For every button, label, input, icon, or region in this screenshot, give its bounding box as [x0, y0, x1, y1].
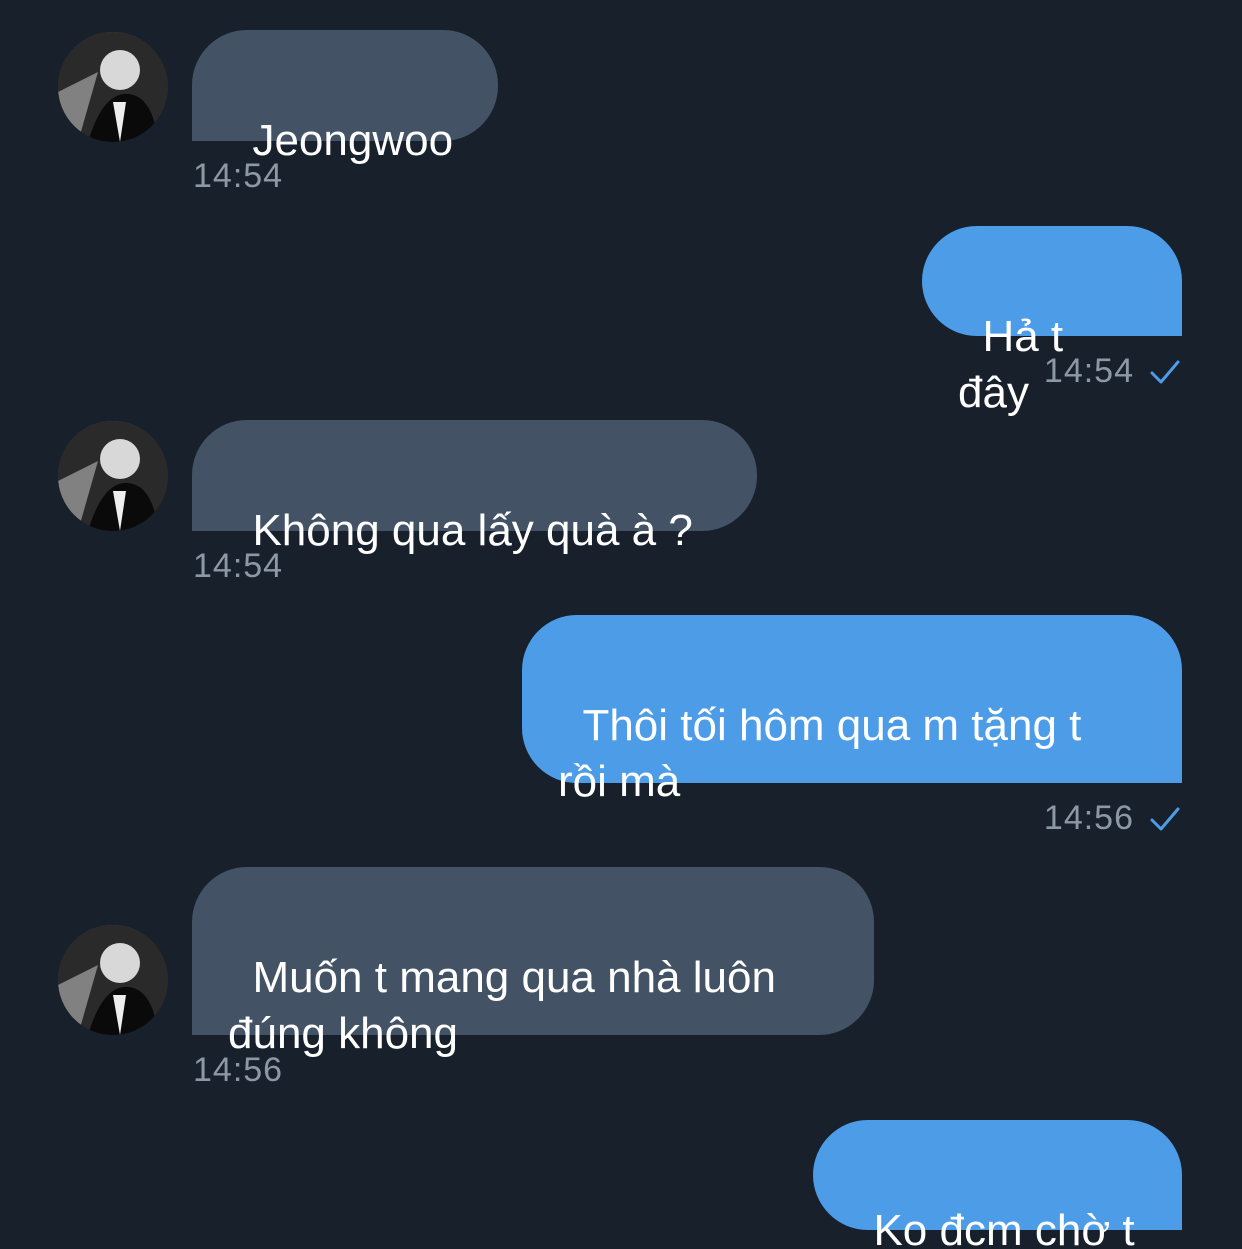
check-icon — [1150, 807, 1180, 831]
message-bubble-incoming[interactable]: Muốn t mang qua nhà luôn đúng không — [192, 867, 874, 1058]
avatar[interactable] — [58, 421, 168, 531]
message-timestamp: 14:54 — [1043, 352, 1134, 390]
avatar[interactable] — [58, 32, 168, 142]
message-bubble-outgoing[interactable]: Ko đcm chờ t — [813, 1120, 1182, 1249]
message-timestamp: 14:56 — [193, 1051, 284, 1089]
message-bubble-outgoing[interactable]: Hả t đây — [922, 226, 1182, 417]
check-icon — [1150, 360, 1180, 384]
avatar-photo-icon — [58, 925, 168, 1035]
message-text: Không qua lấy quà à ? — [252, 506, 693, 555]
message-bubble-incoming[interactable]: Không qua lấy quà à ? — [192, 420, 757, 555]
message-timestamp: 14:54 — [193, 157, 284, 195]
message-bubble-incoming[interactable]: Jeongwoo — [192, 30, 498, 165]
message-bubble-outgoing[interactable]: Thôi tối hôm qua m tặng t rồi mà — [522, 615, 1182, 806]
message-timestamp: 14:56 — [1043, 799, 1134, 837]
message-text: Thôi tối hôm qua m tặng t rồi mà — [558, 701, 1082, 806]
avatar-photo-icon — [58, 421, 168, 531]
message-text: Ko đcm chờ t — [873, 1206, 1135, 1249]
message-timestamp: 14:54 — [193, 547, 284, 585]
avatar[interactable] — [58, 925, 168, 1035]
avatar-photo-icon — [58, 32, 168, 142]
message-text: Muốn t mang qua nhà luôn đúng không — [228, 953, 776, 1058]
